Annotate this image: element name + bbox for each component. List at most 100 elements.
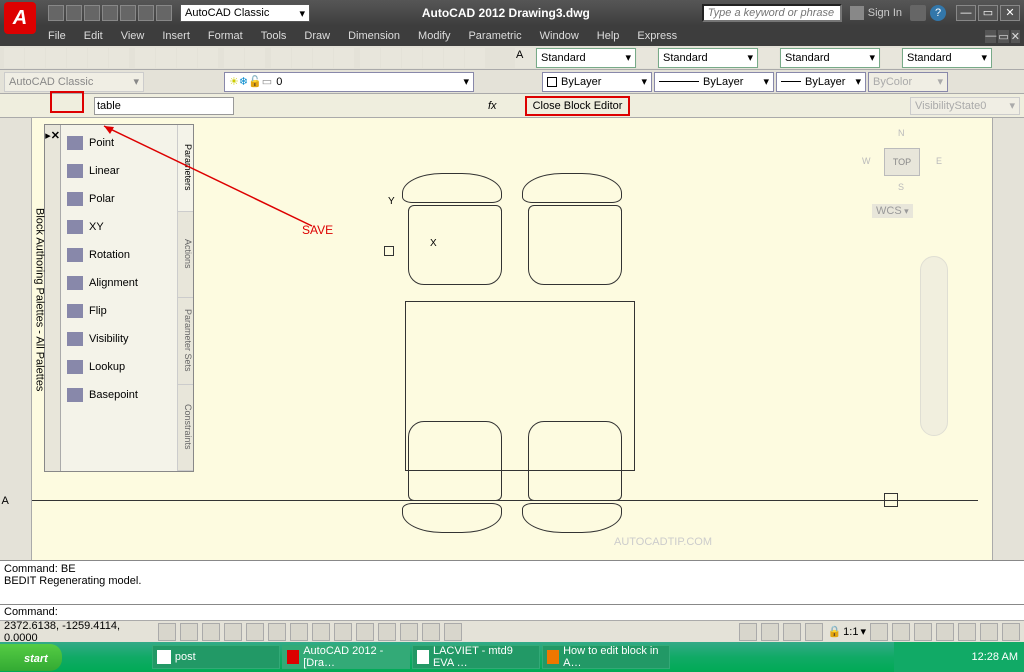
menu-edit[interactable]: Edit	[76, 28, 111, 44]
menu-tools[interactable]: Tools	[253, 28, 295, 44]
ortho-button[interactable]	[202, 623, 220, 641]
ws-settings-icon[interactable]	[148, 73, 166, 91]
annoscale-select[interactable]: 🔒 1:1 ▾	[827, 625, 866, 638]
chamfer-tool[interactable]	[995, 407, 1023, 427]
exchange-icon[interactable]	[910, 5, 926, 21]
explode-tool[interactable]	[995, 451, 1023, 471]
rectangle-tool[interactable]	[2, 187, 30, 207]
open-button[interactable]	[25, 48, 45, 68]
ws-button[interactable]	[914, 623, 932, 641]
palette-item-polar[interactable]: Polar	[63, 185, 175, 213]
signin-button[interactable]: Sign In	[850, 6, 902, 20]
fx-button[interactable]	[501, 96, 521, 116]
paste-button[interactable]	[177, 48, 197, 68]
palette-item-lookup[interactable]: Lookup	[63, 353, 175, 381]
join-tool[interactable]	[995, 385, 1023, 405]
toolbar-lock-button[interactable]	[936, 623, 954, 641]
stretch-tool[interactable]	[995, 297, 1023, 317]
annovisible-button[interactable]	[870, 623, 888, 641]
palette-autohide-icon[interactable]: ▸	[45, 129, 51, 142]
addselected-tool[interactable]	[2, 517, 30, 537]
polar-button[interactable]	[224, 623, 242, 641]
sc-button[interactable]	[422, 623, 440, 641]
task-lacviet[interactable]: LACVIET - mtd9 EVA …	[412, 645, 540, 669]
clock[interactable]: 12:28 AM	[972, 651, 1018, 663]
attribute-button[interactable]	[398, 96, 418, 116]
zoom-window-button[interactable]	[313, 48, 333, 68]
palette-item-xy[interactable]: XY	[63, 213, 175, 241]
tray-network-icon[interactable]	[954, 650, 968, 664]
action-button[interactable]	[376, 96, 396, 116]
block-tool[interactable]	[2, 363, 30, 383]
preview-button[interactable]	[88, 48, 108, 68]
layer-state-button[interactable]	[516, 73, 534, 91]
circle-tool[interactable]	[2, 231, 30, 251]
menu-express[interactable]: Express	[629, 28, 685, 44]
sheet-button[interactable]	[423, 48, 443, 68]
navigation-bar[interactable]	[920, 256, 948, 436]
help-icon[interactable]: ?	[930, 5, 946, 21]
palette-item-basepoint[interactable]: Basepoint	[63, 381, 175, 409]
lineweight-select[interactable]: ByLayer▾	[776, 72, 866, 92]
task-autocad[interactable]: AutoCAD 2012 - [Dra…	[282, 645, 410, 669]
palette-tab-parameters[interactable]: Parameters	[178, 125, 193, 212]
undo-icon[interactable]	[138, 5, 154, 21]
isolate-button[interactable]	[980, 623, 998, 641]
palette-item-visibility[interactable]: Visibility	[63, 325, 175, 353]
lwt-button[interactable]	[356, 623, 374, 641]
am-button[interactable]	[444, 623, 462, 641]
task-firefox[interactable]: How to edit block in A…	[542, 645, 670, 669]
dimstyle-icon[interactable]	[637, 48, 657, 68]
cut-button[interactable]	[135, 48, 155, 68]
show-constraint-button[interactable]	[288, 96, 308, 116]
osnap-button[interactable]	[246, 623, 264, 641]
qp-button[interactable]	[400, 623, 418, 641]
tablestyle-icon[interactable]	[759, 48, 779, 68]
menu-parametric[interactable]: Parametric	[460, 28, 529, 44]
hatch-tool[interactable]	[2, 407, 30, 427]
save-button[interactable]	[46, 48, 66, 68]
textstyle-icon[interactable]: A	[515, 48, 535, 68]
minimize-button[interactable]: —	[956, 5, 976, 21]
scale-tool[interactable]	[995, 275, 1023, 295]
copy-tool[interactable]	[995, 143, 1023, 163]
fillet-tool[interactable]	[995, 429, 1023, 449]
doc-minimize-button[interactable]: —	[985, 30, 996, 43]
save-icon[interactable]	[84, 5, 100, 21]
erase-tool[interactable]	[995, 121, 1023, 141]
dyn-button[interactable]	[334, 623, 352, 641]
menu-modify[interactable]: Modify	[410, 28, 458, 44]
snap-button[interactable]	[158, 623, 176, 641]
mirror-tool[interactable]	[995, 165, 1023, 185]
autoconstraint-button[interactable]	[266, 96, 286, 116]
publish-button[interactable]	[109, 48, 129, 68]
tray-volume-icon[interactable]	[936, 650, 950, 664]
properties-button[interactable]	[360, 48, 380, 68]
param-mgr-button[interactable]	[310, 96, 330, 116]
palette-item-point[interactable]: Point	[63, 129, 175, 157]
move-tool[interactable]	[995, 231, 1023, 251]
redo-button[interactable]	[245, 48, 265, 68]
ql-ie-icon[interactable]	[68, 647, 86, 667]
revcloud-tool[interactable]	[2, 253, 30, 273]
draworder-tool[interactable]	[995, 473, 1023, 493]
app-menu-button[interactable]: A	[4, 2, 36, 34]
line-tool[interactable]	[2, 121, 30, 141]
layout-button[interactable]	[761, 623, 779, 641]
tray-icon[interactable]	[900, 650, 914, 664]
palette-item-rotation[interactable]: Rotation	[63, 241, 175, 269]
zoom-prev-button[interactable]	[334, 48, 354, 68]
select-tool[interactable]	[995, 539, 1023, 559]
mtext-tool[interactable]: A	[2, 495, 30, 515]
test-block-button[interactable]	[236, 96, 256, 116]
block-name-input[interactable]	[94, 97, 234, 115]
ql-desktop-icon[interactable]	[88, 647, 106, 667]
plot-button[interactable]	[67, 48, 87, 68]
markup-button[interactable]	[444, 48, 464, 68]
pline-tool[interactable]	[2, 143, 30, 163]
menu-format[interactable]: Format	[200, 28, 251, 44]
menu-view[interactable]: View	[113, 28, 153, 44]
viewcube[interactable]: N W E S TOP WCS ▾	[862, 128, 942, 218]
doc-restore-button[interactable]: ▭	[998, 30, 1008, 43]
zoom-button[interactable]	[292, 48, 312, 68]
